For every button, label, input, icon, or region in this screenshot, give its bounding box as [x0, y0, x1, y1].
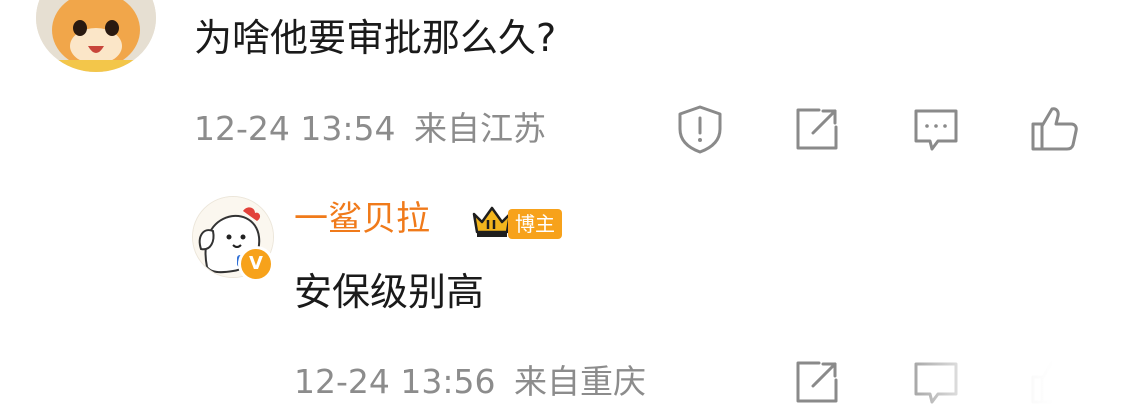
avatar[interactable]: [36, 0, 156, 72]
like-button[interactable]: [1028, 103, 1080, 155]
reply-button[interactable]: [910, 103, 962, 155]
comment-meta: 12-24 13:54 来自江苏: [194, 109, 546, 149]
reply-icon: [914, 109, 958, 151]
report-icon: [678, 105, 722, 154]
reply-meta: 12-24 13:56 来自重庆: [294, 362, 646, 402]
cat-avatar-icon: [36, 0, 156, 72]
comment-text: 为啥他要审批那么久?: [194, 16, 557, 60]
share-icon: [796, 108, 838, 150]
username[interactable]: 一鲨贝拉: [294, 197, 430, 241]
reply-timestamp: 12-24 13:56: [294, 362, 496, 401]
reply-location: 来自重庆: [513, 362, 646, 401]
share-icon: [796, 361, 838, 403]
reply-share-button[interactable]: [791, 356, 843, 408]
like-icon: [1031, 107, 1078, 151]
share-button[interactable]: [791, 103, 843, 155]
comment-location: 来自江苏: [413, 109, 546, 148]
comment-timestamp: 12-24 13:54: [194, 109, 396, 148]
reply-text: 安保级别高: [294, 270, 485, 314]
blogger-badge: 博主: [508, 209, 562, 239]
fade-overlay: [890, 340, 1124, 409]
verified-badge: V: [238, 246, 274, 282]
report-button[interactable]: [674, 103, 726, 155]
